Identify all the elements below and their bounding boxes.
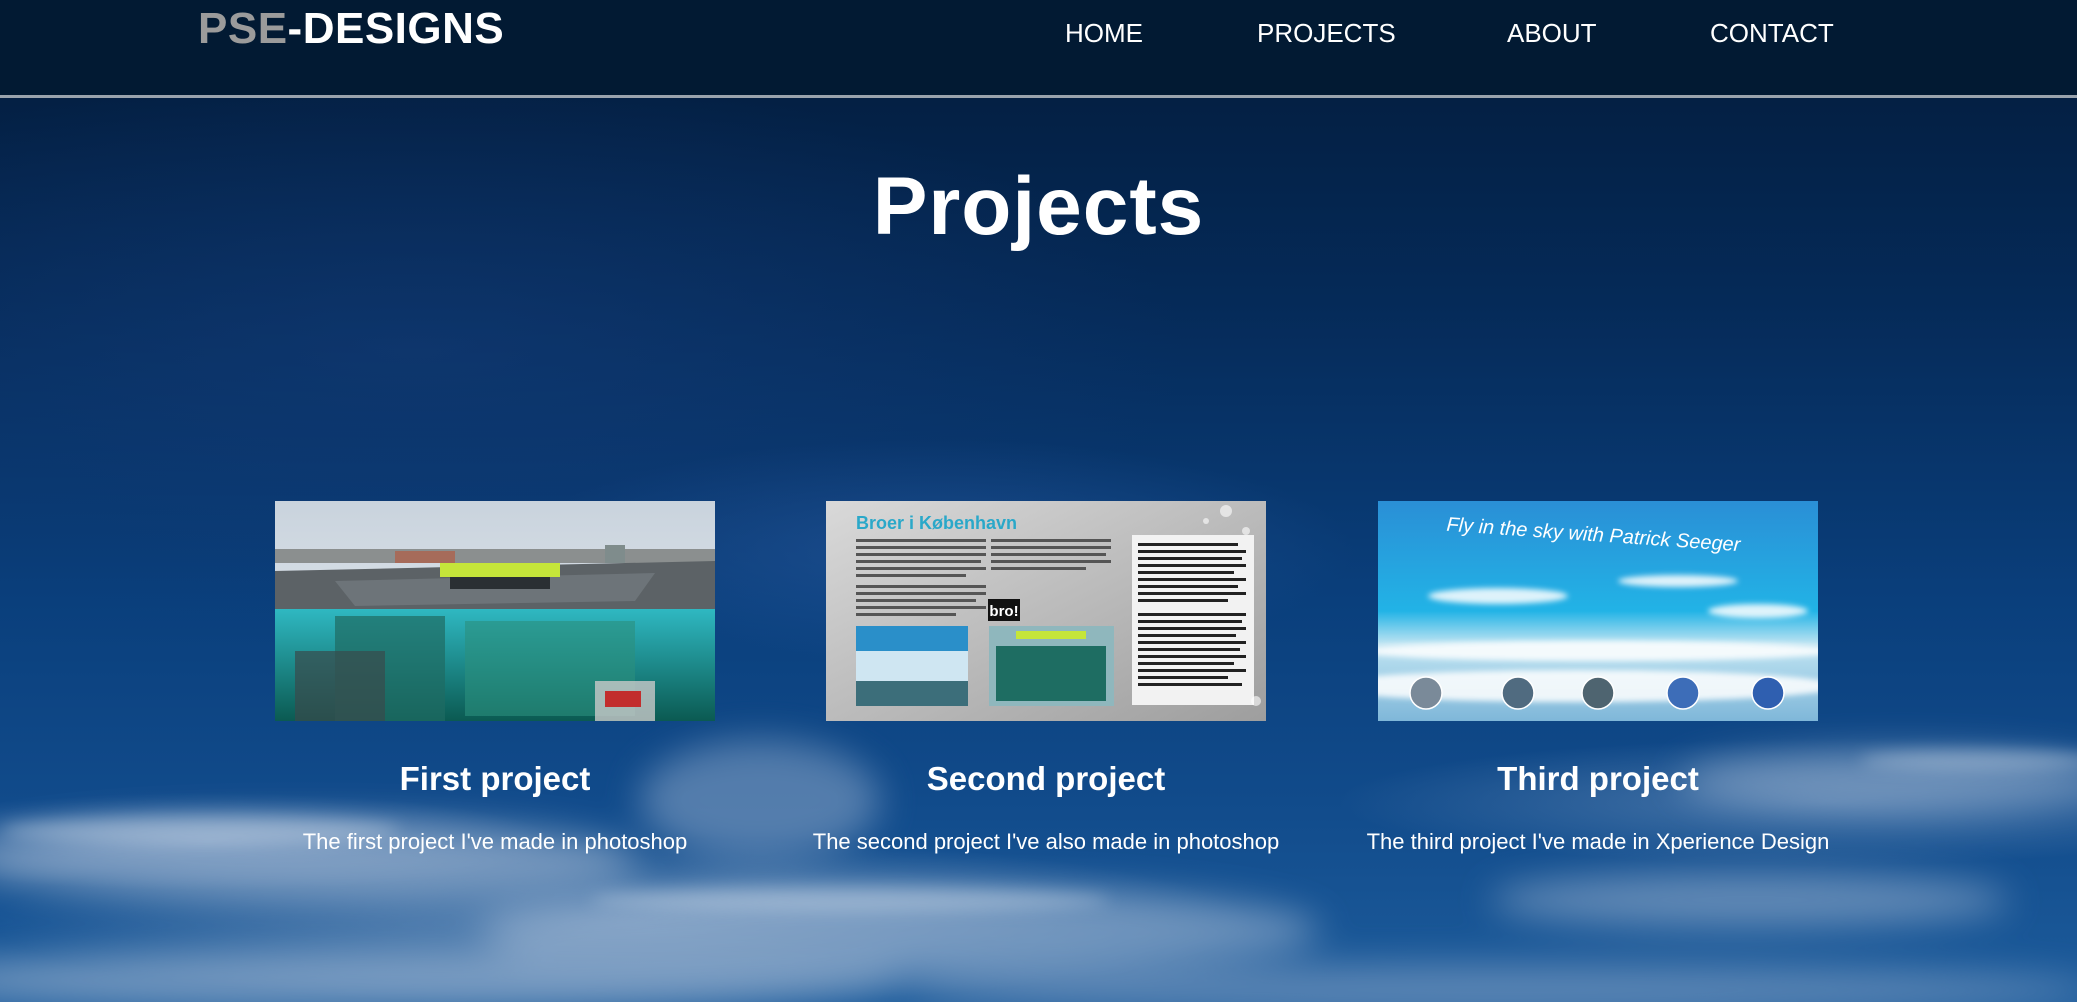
- page-background: PSE-DESIGNS HOME PROJECTS ABOUT CONTACT …: [0, 0, 2077, 1002]
- project-title-first: First project: [399, 760, 591, 797]
- project-thumbnail-third[interactable]: Fly in the sky with Patrick Seeger: [1378, 501, 1818, 721]
- project-description-second: The second project I've also made in pho…: [812, 829, 1280, 854]
- project-description-first: The first project I've made in photoshop: [302, 829, 688, 854]
- project-thumbnail-second[interactable]: Broer i København bro!: [826, 501, 1266, 721]
- nav-links: HOME PROJECTS ABOUT CONTACT: [0, 18, 2077, 58]
- project-title-third: Third project: [1497, 760, 1699, 797]
- second-project-image: Broer i København bro!: [826, 501, 1266, 721]
- project-card-first: First project The first project I've mad…: [215, 501, 775, 855]
- project-description-third: The third project I've made in Xperience…: [1366, 829, 1830, 854]
- second-thumb-badge: bro!: [989, 603, 1018, 620]
- project-title-second: Second project: [926, 760, 1166, 797]
- second-thumb-heading: Broer i København: [856, 513, 1017, 533]
- project-thumbnail-first[interactable]: [275, 501, 715, 721]
- nav-link-about[interactable]: ABOUT: [1507, 18, 1597, 49]
- top-navbar: PSE-DESIGNS HOME PROJECTS ABOUT CONTACT: [0, 0, 2077, 98]
- nav-link-home[interactable]: HOME: [1065, 18, 1143, 49]
- project-card-third: Fly in the sky with Patrick Seeger Third…: [1318, 501, 1878, 855]
- nav-link-projects[interactable]: PROJECTS: [1257, 18, 1396, 49]
- third-project-image: Fly in the sky with Patrick Seeger: [1378, 501, 1818, 721]
- first-project-image: [275, 501, 715, 721]
- project-card-second: Broer i København bro! Second project Th…: [766, 501, 1326, 855]
- nav-link-contact[interactable]: CONTACT: [1710, 18, 1834, 49]
- page-title: Projects: [872, 161, 1205, 252]
